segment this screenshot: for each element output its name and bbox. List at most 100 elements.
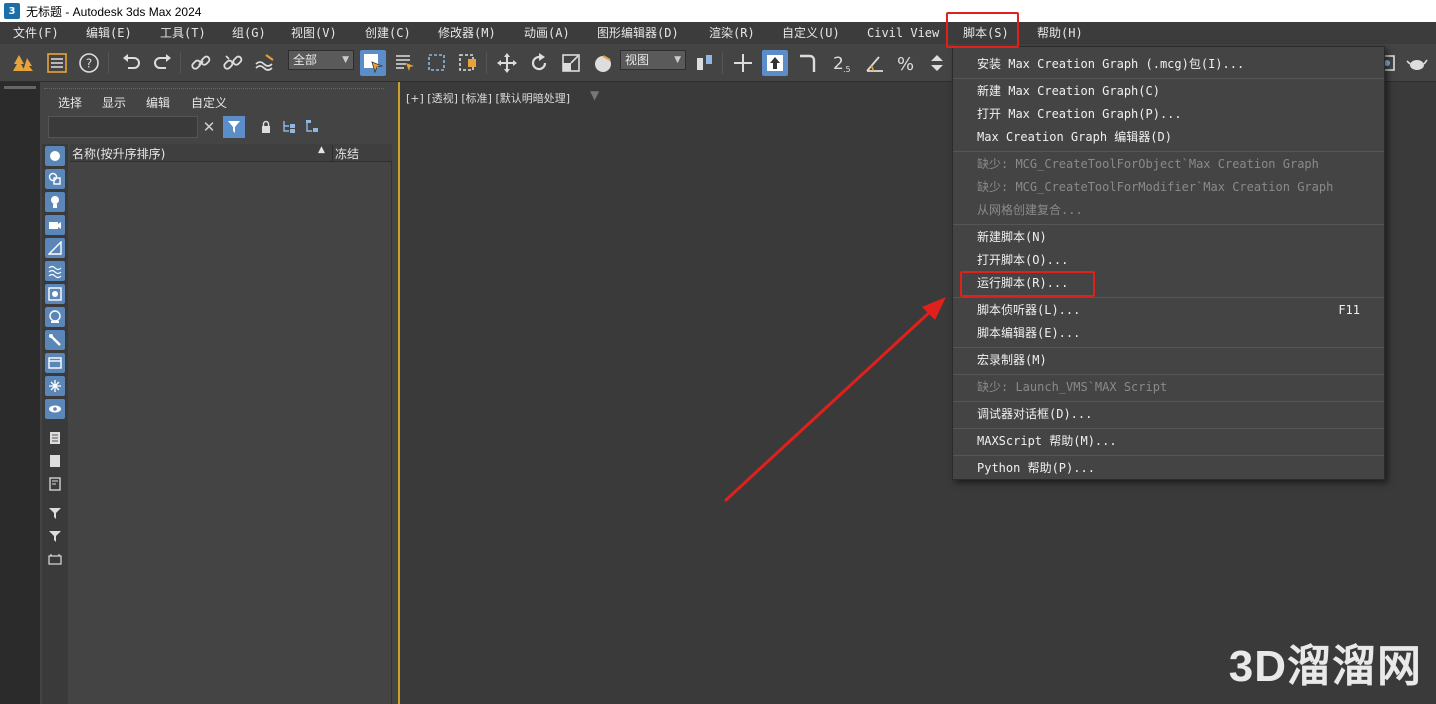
menu-help[interactable]: 帮助(H) — [1037, 25, 1083, 41]
helpers-filter-icon[interactable] — [45, 238, 65, 258]
menu-modifiers[interactable]: 修改器(M) — [438, 25, 496, 41]
menu-edit[interactable]: 编辑(E) — [86, 25, 132, 41]
select-object-icon[interactable] — [360, 50, 386, 76]
menu-item-open-mcg[interactable]: 打开 Max Creation Graph(P)... — [953, 103, 1384, 125]
geometry-filter-icon[interactable] — [45, 146, 65, 166]
scene-trees-icon[interactable] — [10, 50, 36, 76]
menu-item-new-mcg[interactable]: 新建 Max Creation Graph(C) — [953, 80, 1384, 102]
menu-item-new-script[interactable]: 新建脚本(N) — [953, 226, 1384, 248]
explorer-search-input[interactable] — [48, 116, 198, 138]
display-invert-icon[interactable] — [45, 474, 65, 494]
lights-filter-icon[interactable] — [45, 192, 65, 212]
groups-filter-icon[interactable] — [45, 284, 65, 304]
menu-item-debugger[interactable]: 调试器对话框(D)... — [953, 403, 1384, 425]
percent-snap-icon[interactable]: % — [894, 50, 920, 76]
menu-tools[interactable]: 工具(T) — [160, 25, 206, 41]
scale-icon[interactable] — [558, 50, 584, 76]
menu-group[interactable]: 组(G) — [232, 25, 266, 41]
filter-icon[interactable] — [45, 526, 65, 546]
app-logo-icon: 3 — [4, 3, 20, 19]
bones-filter-icon[interactable] — [45, 330, 65, 350]
menu-file[interactable]: 文件(F) — [13, 25, 59, 41]
undo-icon[interactable] — [118, 50, 144, 76]
menu-customize[interactable]: 自定义(U) — [782, 25, 840, 41]
place-icon[interactable] — [590, 50, 616, 76]
unlink-icon[interactable] — [220, 50, 246, 76]
listener-label: 脚本侦听器(L)... — [977, 303, 1081, 317]
menu-item-macro-recorder[interactable]: 宏录制器(M) — [953, 349, 1384, 371]
spinner-snap-icon[interactable] — [924, 50, 950, 76]
frozen-filter-icon[interactable] — [45, 376, 65, 396]
menu-civil-view[interactable]: Civil View — [867, 25, 939, 41]
angle-snap-icon[interactable] — [862, 50, 888, 76]
rotate-icon[interactable] — [526, 50, 552, 76]
menu-graph-editors[interactable]: 图形编辑器(D) — [597, 25, 679, 41]
explorer-menu-customize[interactable]: 自定义 — [191, 94, 227, 111]
sort-ascending-icon: ▲ — [318, 145, 325, 155]
display-all-icon[interactable] — [45, 428, 65, 448]
select-by-name-icon[interactable] — [392, 50, 418, 76]
explorer-menu-select[interactable]: 选择 — [58, 94, 82, 111]
layer-explorer-icon[interactable] — [44, 50, 70, 76]
filter-all-icon[interactable] — [45, 503, 65, 523]
menu-item-maxscript-help[interactable]: MAXScript 帮助(M)... — [953, 430, 1384, 452]
spacewarps-filter-icon[interactable] — [45, 261, 65, 281]
help-icon[interactable]: ? — [76, 50, 102, 76]
pivot-icon[interactable] — [692, 50, 718, 76]
menu-item-python-help[interactable]: Python 帮助(P)... — [953, 457, 1384, 479]
menu-rendering[interactable]: 渲染(R) — [709, 25, 755, 41]
cameras-filter-icon[interactable] — [45, 215, 65, 235]
hierarchy-expand-icon[interactable] — [278, 116, 300, 138]
watermark-logo: 3D溜溜网 — [1228, 642, 1422, 691]
window-crossing-icon[interactable] — [456, 50, 482, 76]
xrefs-filter-icon[interactable] — [45, 307, 65, 327]
explorer-object-list[interactable] — [70, 162, 392, 704]
coord-system-dropdown[interactable]: 视图 ▼ — [620, 50, 686, 70]
snap-icon[interactable]: 2.5 — [830, 50, 856, 76]
lock-icon[interactable] — [255, 116, 277, 138]
viewport-filter-icon[interactable]: ▼ — [590, 88, 599, 102]
redo-icon[interactable] — [150, 50, 176, 76]
menu-animation[interactable]: 动画(A) — [524, 25, 570, 41]
menu-item-open-script[interactable]: 打开脚本(O)... — [953, 249, 1384, 271]
explorer-column-header: 名称(按升序排序) ▲ 冻结 — [70, 144, 392, 162]
menu-item-missing-vms: 缺少: Launch_VMS`MAX Script — [977, 380, 1168, 394]
viewport-label[interactable]: [+] [透视] [标准] [默认明暗处理] — [406, 90, 570, 106]
title-bar: 3 无标题 - Autodesk 3ds Max 2024 — [0, 0, 1436, 22]
filter-toggle-icon[interactable] — [223, 116, 245, 138]
column-name-header[interactable]: 名称(按升序排序) — [72, 145, 165, 162]
menu-item-script-editor[interactable]: 脚本编辑器(E)... — [953, 322, 1384, 344]
menu-bar: 文件(F) 编辑(E) 工具(T) 组(G) 视图(V) 创建(C) 修改器(M… — [0, 22, 1436, 44]
collapse-panel-icon[interactable] — [45, 549, 65, 569]
display-none-icon[interactable] — [45, 451, 65, 471]
menu-scripting[interactable]: 脚本(S) — [963, 25, 1009, 41]
teapot-icon[interactable] — [1404, 50, 1430, 76]
clear-search-icon[interactable]: ✕ — [198, 116, 220, 138]
move-icon[interactable] — [494, 50, 520, 76]
explorer-menu-display[interactable]: 显示 — [102, 94, 126, 111]
menu-item-install-mcg[interactable]: 安装 Max Creation Graph (.mcg)包(I)... — [953, 53, 1384, 75]
svg-text:.5: .5 — [843, 65, 851, 74]
menu-create[interactable]: 创建(C) — [365, 25, 411, 41]
selection-filter-dropdown[interactable]: 全部 ▼ — [288, 50, 354, 70]
coord-system-value: 视图 — [625, 53, 650, 67]
bind-spacewarp-icon[interactable] — [252, 50, 278, 76]
snap-toggle-icon[interactable] — [794, 50, 820, 76]
keyboard-shortcut-icon[interactable] — [762, 50, 788, 76]
column-frozen-header[interactable]: 冻结 — [332, 145, 359, 162]
chevron-down-icon: ▼ — [674, 55, 681, 65]
menu-item-listener[interactable]: 脚本侦听器(L)... F11 — [953, 299, 1384, 321]
menu-item-mcg-editor[interactable]: Max Creation Graph 编辑器(D) — [953, 126, 1384, 148]
menu-item-run-script[interactable]: 运行脚本(R)... — [953, 272, 1384, 294]
link-icon[interactable] — [188, 50, 214, 76]
panel-grip[interactable] — [44, 88, 384, 91]
shapes-filter-icon[interactable] — [45, 169, 65, 189]
hierarchy-collapse-icon[interactable] — [301, 116, 323, 138]
select-manipulate-icon[interactable] — [730, 50, 756, 76]
hidden-filter-icon[interactable] — [45, 399, 65, 419]
containers-filter-icon[interactable] — [45, 353, 65, 373]
menu-views[interactable]: 视图(V) — [291, 25, 337, 41]
explorer-menu-edit[interactable]: 编辑 — [146, 94, 170, 111]
scripting-dropdown-menu: 安装 Max Creation Graph (.mcg)包(I)... 新建 M… — [952, 46, 1385, 480]
rect-selection-icon[interactable] — [424, 50, 450, 76]
